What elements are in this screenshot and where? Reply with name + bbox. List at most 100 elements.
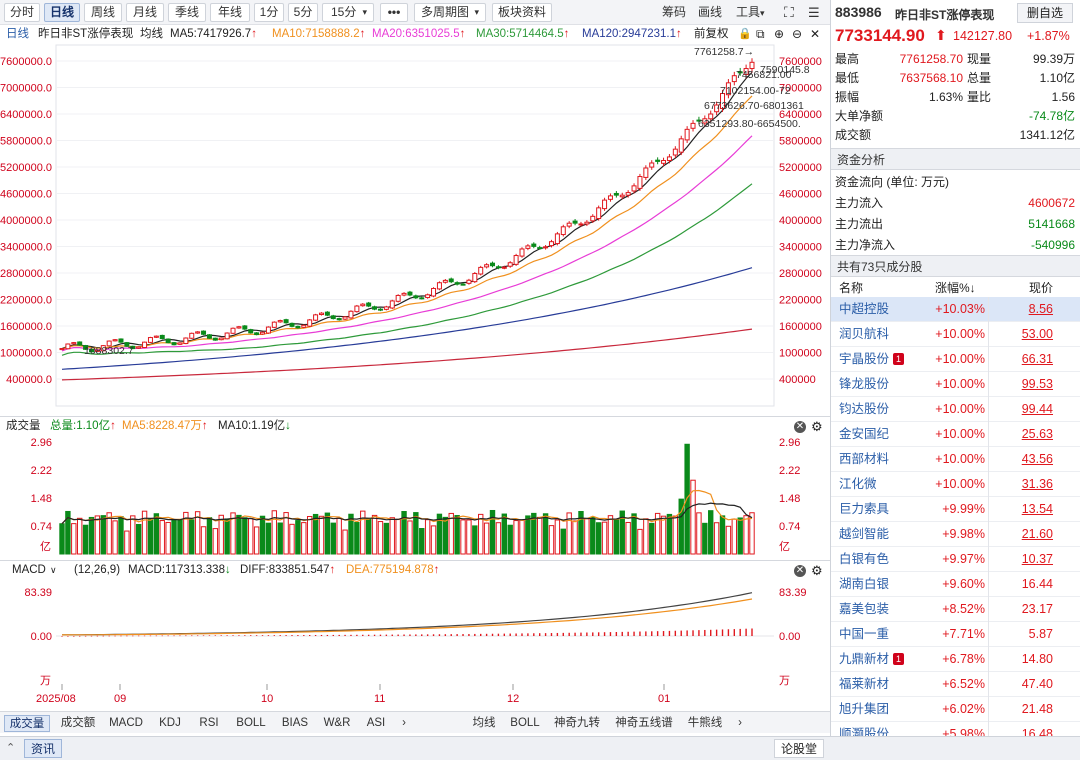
chevron-right-icon[interactable]: ›	[396, 715, 412, 732]
constituent-row[interactable]: 西部材料 +10.00% 43.56	[831, 447, 1080, 472]
col-price[interactable]: 现价	[1029, 277, 1053, 299]
constituent-row[interactable]: 越剑智能 +9.98% 21.60	[831, 522, 1080, 547]
stock-name[interactable]: 嘉美包装	[839, 597, 889, 622]
fund-analysis-header[interactable]: 资金分析	[831, 148, 1080, 170]
constituent-row[interactable]: 锋龙股份 +10.00% 99.53	[831, 372, 1080, 397]
collapse-up-icon[interactable]: ⌃	[6, 741, 15, 754]
multi-period-dropdown[interactable]: 多周期图 ▾	[414, 3, 486, 22]
tab-15min-dropdown[interactable]: 15分 ▾	[322, 3, 374, 22]
candle-body	[230, 327, 236, 334]
candle-body	[183, 337, 189, 345]
tab-quarterly[interactable]: 季线	[168, 3, 206, 22]
stock-name[interactable]: 白银有色	[839, 547, 889, 572]
menu-icon[interactable]: ☰	[808, 4, 820, 21]
stock-name[interactable]: 宇晶股份 1	[839, 347, 905, 372]
macd-chart[interactable]: 83.39 83.39 0.00 0.00 万 万 2025/08 09 10 11 12 01	[0, 580, 830, 710]
tab-boll-overlay[interactable]: BOLL	[506, 715, 544, 732]
stock-name[interactable]: 巨力索具	[839, 497, 889, 522]
stock-name[interactable]: 金安国纪	[839, 422, 889, 447]
stock-name[interactable]: 九鼎新材 1	[839, 647, 905, 672]
constituent-row[interactable]: 旭升集团 +6.02% 21.48	[831, 697, 1080, 722]
stock-name[interactable]: 福莱新材	[839, 672, 889, 697]
remove-watchlist-button[interactable]: 删自选	[1017, 3, 1073, 23]
tools-menu[interactable]: 工具▾	[736, 4, 765, 21]
lock-icon[interactable]: 🔒	[738, 25, 752, 43]
stock-name[interactable]: 中国一重	[839, 622, 889, 647]
tab-turnover[interactable]: 成交额	[56, 715, 100, 732]
constituent-row[interactable]: 润贝航科 +10.00% 53.00	[831, 322, 1080, 347]
zoom-in-icon[interactable]: ⊕	[774, 25, 784, 43]
constituent-row[interactable]: 金安国纪 +10.00% 25.63	[831, 422, 1080, 447]
stock-name[interactable]: 顺灏股份	[839, 722, 889, 736]
adjust-mode-label[interactable]: 前复权	[694, 25, 729, 43]
tab-boll[interactable]: BOLL	[230, 715, 272, 732]
tab-magic-nine[interactable]: 神奇九转	[548, 715, 606, 732]
tab-weekly[interactable]: 周线	[84, 3, 122, 22]
constituent-row[interactable]: 巨力索具 +9.99% 13.54	[831, 497, 1080, 522]
sector-data-button[interactable]: 板块资料	[492, 3, 552, 22]
price-chart[interactable]: 7600000.0 7000000.0 6400000.0 5800000.0 5200…	[0, 43, 830, 416]
stock-name[interactable]: 钧达股份	[839, 397, 889, 422]
tab-monthly[interactable]: 月线	[126, 3, 164, 22]
tab-5min[interactable]: 5分	[288, 3, 318, 22]
tab-rsi[interactable]: RSI	[192, 715, 226, 732]
tab-yearly[interactable]: 年线	[210, 3, 250, 22]
constituent-row[interactable]: 九鼎新材 1 +6.78% 14.80	[831, 647, 1080, 672]
ma-kind-label[interactable]: 均线	[140, 25, 163, 43]
stock-name[interactable]: 旭升集团	[839, 697, 889, 722]
macd-title[interactable]: MACD	[12, 561, 46, 580]
tab-asi[interactable]: ASI	[360, 715, 392, 732]
volume-chart[interactable]: 2.96 2.96 2.22 2.22 1.48 1.48 0.74 0.74 亿 亿	[0, 436, 830, 560]
draw-menu[interactable]: 画线	[698, 4, 722, 21]
gear-icon[interactable]: ⚙	[811, 561, 823, 580]
fullscreen-icon[interactable]: ⛶	[784, 4, 794, 21]
tab-intraday[interactable]: 分时	[4, 3, 40, 22]
more-button[interactable]: •••	[380, 3, 408, 22]
tab-ma-overlay[interactable]: 均线	[466, 715, 502, 732]
tab-bull-bear-line[interactable]: 牛熊线	[682, 715, 728, 732]
col-name[interactable]: 名称	[839, 277, 863, 299]
constituent-row[interactable]: 福莱新材 +6.52% 47.40	[831, 672, 1080, 697]
constituent-row[interactable]: 钧达股份 +10.00% 99.44	[831, 397, 1080, 422]
constituent-row[interactable]: 中超控股 +10.03% 8.56	[831, 297, 1080, 322]
candle-body	[383, 306, 389, 310]
constituent-row[interactable]: 江化微 +10.00% 31.36	[831, 472, 1080, 497]
forum-button[interactable]: 论股堂	[774, 739, 825, 758]
stack-icon[interactable]: ⧉	[756, 25, 765, 43]
chevron-down-icon[interactable]: ∨	[50, 561, 57, 580]
constituent-row[interactable]: 湖南白银 +9.60% 16.44	[831, 572, 1080, 597]
constituent-row[interactable]: 顺灏股份 +5.98% 16.48	[831, 722, 1080, 736]
tab-macd[interactable]: MACD	[104, 715, 148, 732]
stock-name[interactable]: 润贝航科	[839, 322, 889, 347]
stock-name[interactable]: 锋龙股份	[839, 372, 889, 397]
close-icon[interactable]: ✕	[794, 565, 806, 577]
volume-bar	[501, 513, 508, 555]
stock-name[interactable]: 江化微	[839, 472, 877, 497]
stock-name[interactable]: 中超控股	[839, 297, 889, 322]
stock-name[interactable]: 越剑智能	[839, 522, 889, 547]
zoom-out-icon[interactable]: ⊖	[792, 25, 802, 43]
stock-name[interactable]: 湖南白银	[839, 572, 889, 597]
close-icon[interactable]: ✕	[810, 25, 820, 43]
gear-icon[interactable]: ⚙	[811, 417, 823, 436]
constituent-row[interactable]: 中国一重 +7.71% 5.87	[831, 622, 1080, 647]
tab-wr[interactable]: W&R	[318, 715, 356, 732]
stock-pct: +9.60%	[942, 577, 985, 591]
constituent-row[interactable]: 嘉美包装 +8.52% 23.17	[831, 597, 1080, 622]
tab-kdj[interactable]: KDJ	[152, 715, 188, 732]
stock-name[interactable]: 西部材料	[839, 447, 889, 472]
tab-volume[interactable]: 成交量	[4, 715, 50, 732]
constituent-row[interactable]: 白银有色 +9.97% 10.37	[831, 547, 1080, 572]
tab-magic-five-lines[interactable]: 神奇五线谱	[610, 715, 678, 732]
info-tab[interactable]: 资讯	[24, 739, 63, 758]
close-icon[interactable]: ✕	[794, 421, 806, 433]
ma10-value: MA10:7158888.2↑	[272, 25, 365, 43]
tab-bias[interactable]: BIAS	[276, 715, 314, 732]
chips-menu[interactable]: 筹码	[662, 4, 686, 21]
tab-daily[interactable]: 日线	[44, 3, 80, 22]
tab-1min[interactable]: 1分	[254, 3, 284, 22]
col-pct[interactable]: 涨幅%↓	[935, 277, 976, 299]
stock-pct: +9.99%	[942, 502, 985, 516]
constituent-row[interactable]: 宇晶股份 1 +10.00% 66.31	[831, 347, 1080, 372]
chevron-right-icon[interactable]: ›	[732, 715, 748, 732]
